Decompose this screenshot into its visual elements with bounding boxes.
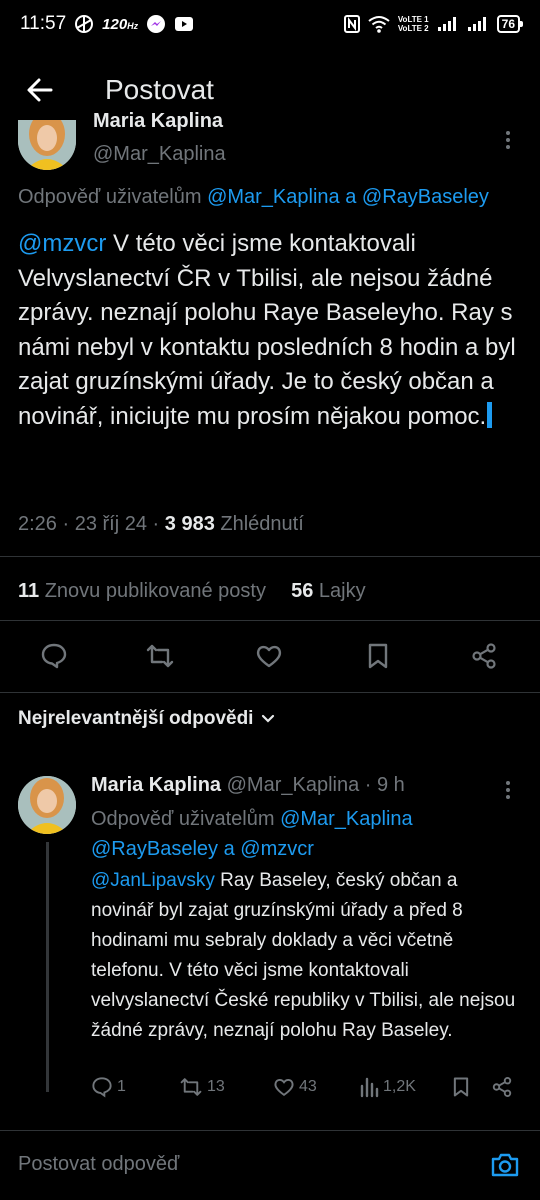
views-count: 3 983	[164, 513, 215, 535]
refresh-rate: 120Hz	[102, 15, 139, 33]
reply-body: @JanLipavsky Ray Baseley, český občan a …	[91, 870, 516, 1041]
battery-indicator: 76	[496, 15, 524, 33]
wifi-icon	[368, 15, 390, 33]
reply-input[interactable]: Postovat odpověď	[18, 1153, 179, 1176]
reply-author-name[interactable]: Maria Kaplina	[91, 774, 221, 796]
top-app-bar: Postovat	[0, 60, 540, 120]
comment-icon	[41, 643, 67, 669]
signal-1-icon	[437, 16, 459, 32]
reply-like-button[interactable]: 43	[273, 1076, 317, 1098]
reply-views-button[interactable]: 1,2K	[359, 1076, 416, 1098]
reply-action-bar: 1 13 43 1,2K	[91, 1076, 531, 1112]
post-stats: 11 Znovu publikované posty 56 Lajky	[18, 580, 366, 603]
reply-timestamp: 9 h	[376, 774, 405, 796]
post-meta: 2:26 · 23 říj 24 · 3 983 Zhlédnutí	[18, 513, 304, 535]
reply-to-line: Odpověď uživatelům @Mar_Kaplina a @RayBa…	[18, 186, 489, 208]
messenger-icon	[146, 14, 166, 34]
mention-link[interactable]: @mzvcr	[18, 230, 106, 257]
reply-repost-button[interactable]: 13	[179, 1076, 225, 1098]
comment-icon	[92, 1077, 112, 1098]
reply-bookmark-button[interactable]	[451, 1076, 471, 1098]
divider	[0, 556, 540, 557]
volte-indicators: VoLTE 1 VoLTE 2	[397, 15, 429, 33]
page-title: Postovat	[105, 74, 214, 105]
heart-icon	[274, 1079, 294, 1097]
arrow-left-icon	[27, 78, 53, 102]
status-time: 11:57	[20, 13, 67, 34]
more-vertical-icon	[506, 781, 510, 799]
share-icon	[492, 1077, 512, 1097]
reply-author-handle[interactable]: @Mar_Kaplina	[227, 774, 360, 796]
bookmark-icon	[368, 643, 388, 669]
bookmark-icon	[453, 1077, 469, 1097]
more-options-button[interactable]	[496, 128, 520, 152]
reply-more-options-button[interactable]	[496, 778, 520, 802]
like-button[interactable]	[255, 642, 285, 672]
post-author-handle[interactable]: @Mar_Kaplina	[93, 143, 226, 166]
reply-reply-button[interactable]: 1	[91, 1076, 126, 1098]
pinwheel-icon	[74, 14, 94, 34]
divider	[0, 692, 540, 693]
reply-button[interactable]	[40, 642, 70, 672]
main-post: Maria Kaplina @Mar_Kaplina Odpověď uživa…	[0, 110, 540, 621]
mention-link[interactable]: @Mar_Kaplina	[207, 186, 340, 208]
mention-link[interactable]: @Mar_Kaplina	[280, 808, 413, 830]
reply-composer: Postovat odpověď	[0, 1130, 540, 1200]
repost-icon	[180, 1078, 202, 1096]
more-vertical-icon	[506, 131, 510, 149]
back-button[interactable]	[0, 60, 80, 120]
heart-icon	[256, 645, 282, 668]
text-cursor	[487, 401, 493, 428]
reply-share-button[interactable]	[491, 1076, 513, 1098]
signal-2-icon	[467, 16, 489, 32]
share-icon	[472, 643, 496, 669]
camera-icon	[491, 1153, 519, 1177]
repost-button[interactable]	[145, 642, 175, 672]
nfc-icon	[343, 15, 360, 33]
thread-line	[46, 842, 49, 1092]
bookmark-button[interactable]	[365, 642, 395, 672]
mention-link[interactable]: @RayBaseley	[362, 186, 489, 208]
share-button[interactable]	[470, 642, 500, 672]
chevron-down-icon	[262, 714, 275, 723]
reposts-stat[interactable]: 11 Znovu publikované posty	[18, 580, 266, 602]
avatar[interactable]	[18, 776, 76, 834]
repost-icon	[146, 644, 174, 668]
reply-post[interactable]: Maria Kaplina @Mar_Kaplina · 9 h Odpověď…	[0, 766, 540, 1106]
camera-button[interactable]	[490, 1151, 520, 1181]
bar-chart-icon	[360, 1077, 379, 1098]
mention-link[interactable]: @RayBaseley	[91, 838, 218, 860]
avatar[interactable]	[18, 120, 76, 170]
post-body: @mzvcr V této věci jsme kontaktovali Vel…	[18, 230, 516, 430]
status-bar: 11:57 120Hz VoLTE 1 VoLTE 2 76	[0, 0, 540, 48]
post-author-row: Maria Kaplina @Mar_Kaplina	[0, 110, 540, 180]
youtube-icon	[174, 15, 194, 33]
mention-link[interactable]: @mzvcr	[240, 838, 314, 860]
sort-replies-dropdown[interactable]: Nejrelevantnější odpovědi	[18, 708, 277, 730]
mention-link[interactable]: @JanLipavsky	[91, 870, 215, 891]
reply-header: Maria Kaplina @Mar_Kaplina · 9 h	[91, 774, 405, 796]
post-author-name[interactable]: Maria Kaplina	[93, 110, 223, 133]
post-action-bar	[0, 620, 540, 692]
reply-to-line: Odpověď uživatelům @Mar_Kaplina @RayBase…	[91, 808, 413, 860]
likes-stat[interactable]: 56 Lajky	[291, 580, 366, 602]
